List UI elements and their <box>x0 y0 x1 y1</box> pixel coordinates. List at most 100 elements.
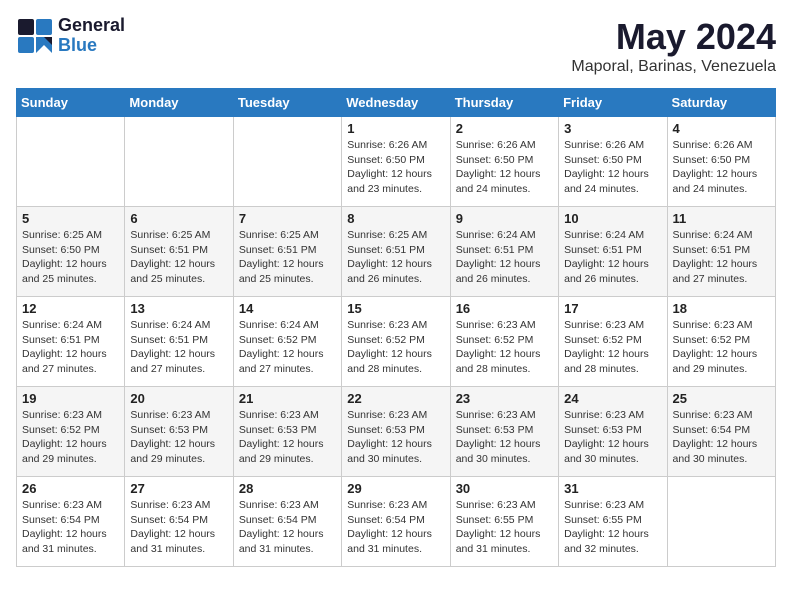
day-number: 21 <box>239 391 336 406</box>
week-row-1: 1Sunrise: 6:26 AM Sunset: 6:50 PM Daylig… <box>17 117 776 207</box>
calendar-table: SundayMondayTuesdayWednesdayThursdayFrid… <box>16 88 776 567</box>
calendar-cell: 10 Sunrise: 6:24 AM Sunset: 6:51 PM Dayli… <box>559 207 667 297</box>
week-row-2: 5 Sunrise: 6:25 AM Sunset: 6:50 PM Daylig… <box>17 207 776 297</box>
day-number: 27 <box>130 481 227 496</box>
day-number: 5 <box>22 211 119 226</box>
day-info: Sunrise: 6:23 AM Sunset: 6:55 PM Dayligh… <box>564 498 661 557</box>
day-number: 17 <box>564 301 661 316</box>
logo-blue: Blue <box>58 36 125 56</box>
weekday-header-monday: Monday <box>125 89 233 117</box>
week-row-3: 12 Sunrise: 6:24 AM Sunset: 6:51 PM Dayli… <box>17 297 776 387</box>
day-number: 8 <box>347 211 444 226</box>
day-number: 31 <box>564 481 661 496</box>
calendar-cell: 18 Sunrise: 6:23 AM Sunset: 6:52 PM Dayli… <box>667 297 775 387</box>
day-info: Sunrise: 6:23 AM Sunset: 6:53 PM Dayligh… <box>456 408 553 467</box>
week-row-4: 19 Sunrise: 6:23 AM Sunset: 6:52 PM Dayli… <box>17 387 776 477</box>
day-number: 16 <box>456 301 553 316</box>
day-number: 18 <box>673 301 770 316</box>
calendar-cell: 6 Sunrise: 6:25 AM Sunset: 6:51 PM Daylig… <box>125 207 233 297</box>
day-info: Sunrise: 6:25 AM Sunset: 6:51 PM Dayligh… <box>347 228 444 287</box>
calendar-cell <box>667 477 775 567</box>
day-info: Sunrise: 6:23 AM Sunset: 6:53 PM Dayligh… <box>130 408 227 467</box>
calendar-cell: 21 Sunrise: 6:23 AM Sunset: 6:53 PM Dayli… <box>233 387 341 477</box>
calendar-cell: 2 Sunrise: 6:26 AM Sunset: 6:50 PM Daylig… <box>450 117 558 207</box>
day-number: 23 <box>456 391 553 406</box>
logo: General Blue <box>16 16 125 56</box>
calendar-cell <box>17 117 125 207</box>
calendar-cell: 29Sunrise: 6:23 AM Sunset: 6:54 PM Dayli… <box>342 477 450 567</box>
day-info: Sunrise: 6:23 AM Sunset: 6:53 PM Dayligh… <box>347 408 444 467</box>
week-row-5: 26Sunrise: 6:23 AM Sunset: 6:54 PM Dayli… <box>17 477 776 567</box>
calendar-cell <box>233 117 341 207</box>
day-number: 28 <box>239 481 336 496</box>
day-info: Sunrise: 6:26 AM Sunset: 6:50 PM Dayligh… <box>564 138 661 197</box>
location: Maporal, Barinas, Venezuela <box>571 58 776 76</box>
day-info: Sunrise: 6:23 AM Sunset: 6:54 PM Dayligh… <box>22 498 119 557</box>
day-number: 11 <box>673 211 770 226</box>
calendar-cell: 7 Sunrise: 6:25 AM Sunset: 6:51 PM Daylig… <box>233 207 341 297</box>
day-number: 25 <box>673 391 770 406</box>
day-number: 14 <box>239 301 336 316</box>
weekday-header-friday: Friday <box>559 89 667 117</box>
day-info: Sunrise: 6:23 AM Sunset: 6:53 PM Dayligh… <box>239 408 336 467</box>
calendar-cell: 26Sunrise: 6:23 AM Sunset: 6:54 PM Dayli… <box>17 477 125 567</box>
calendar-cell: 12 Sunrise: 6:24 AM Sunset: 6:51 PM Dayli… <box>17 297 125 387</box>
day-number: 15 <box>347 301 444 316</box>
weekday-header-saturday: Saturday <box>667 89 775 117</box>
day-info: Sunrise: 6:23 AM Sunset: 6:53 PM Dayligh… <box>564 408 661 467</box>
weekday-header-tuesday: Tuesday <box>233 89 341 117</box>
day-info: Sunrise: 6:24 AM Sunset: 6:51 PM Dayligh… <box>564 228 661 287</box>
day-number: 19 <box>22 391 119 406</box>
calendar-cell: 1Sunrise: 6:26 AM Sunset: 6:50 PM Daylig… <box>342 117 450 207</box>
calendar-cell: 23 Sunrise: 6:23 AM Sunset: 6:53 PM Dayli… <box>450 387 558 477</box>
calendar-cell <box>125 117 233 207</box>
day-info: Sunrise: 6:26 AM Sunset: 6:50 PM Dayligh… <box>456 138 553 197</box>
calendar-cell: 22 Sunrise: 6:23 AM Sunset: 6:53 PM Dayli… <box>342 387 450 477</box>
day-number: 7 <box>239 211 336 226</box>
day-number: 12 <box>22 301 119 316</box>
day-info: Sunrise: 6:25 AM Sunset: 6:51 PM Dayligh… <box>239 228 336 287</box>
calendar-cell: 11Sunrise: 6:24 AM Sunset: 6:51 PM Dayli… <box>667 207 775 297</box>
day-info: Sunrise: 6:24 AM Sunset: 6:52 PM Dayligh… <box>239 318 336 377</box>
logo-general: General <box>58 16 125 36</box>
calendar-cell: 13 Sunrise: 6:24 AM Sunset: 6:51 PM Dayli… <box>125 297 233 387</box>
weekday-header-sunday: Sunday <box>17 89 125 117</box>
day-info: Sunrise: 6:23 AM Sunset: 6:54 PM Dayligh… <box>239 498 336 557</box>
calendar-cell: 25 Sunrise: 6:23 AM Sunset: 6:54 PM Dayli… <box>667 387 775 477</box>
day-info: Sunrise: 6:23 AM Sunset: 6:52 PM Dayligh… <box>456 318 553 377</box>
day-info: Sunrise: 6:23 AM Sunset: 6:52 PM Dayligh… <box>564 318 661 377</box>
day-info: Sunrise: 6:23 AM Sunset: 6:52 PM Dayligh… <box>673 318 770 377</box>
day-info: Sunrise: 6:25 AM Sunset: 6:51 PM Dayligh… <box>130 228 227 287</box>
day-number: 20 <box>130 391 227 406</box>
day-number: 13 <box>130 301 227 316</box>
day-info: Sunrise: 6:23 AM Sunset: 6:55 PM Dayligh… <box>456 498 553 557</box>
day-number: 9 <box>456 211 553 226</box>
day-info: Sunrise: 6:23 AM Sunset: 6:54 PM Dayligh… <box>130 498 227 557</box>
weekday-header-thursday: Thursday <box>450 89 558 117</box>
day-number: 6 <box>130 211 227 226</box>
calendar-cell: 8 Sunrise: 6:25 AM Sunset: 6:51 PM Daylig… <box>342 207 450 297</box>
day-info: Sunrise: 6:24 AM Sunset: 6:51 PM Dayligh… <box>22 318 119 377</box>
day-number: 3 <box>564 121 661 136</box>
calendar-cell: 24Sunrise: 6:23 AM Sunset: 6:53 PM Dayli… <box>559 387 667 477</box>
day-info: Sunrise: 6:23 AM Sunset: 6:52 PM Dayligh… <box>347 318 444 377</box>
day-info: Sunrise: 6:23 AM Sunset: 6:54 PM Dayligh… <box>673 408 770 467</box>
day-info: Sunrise: 6:24 AM Sunset: 6:51 PM Dayligh… <box>130 318 227 377</box>
title-section: May 2024 Maporal, Barinas, Venezuela <box>571 16 776 76</box>
day-number: 22 <box>347 391 444 406</box>
day-number: 2 <box>456 121 553 136</box>
day-info: Sunrise: 6:26 AM Sunset: 6:50 PM Dayligh… <box>347 138 444 197</box>
day-info: Sunrise: 6:25 AM Sunset: 6:50 PM Dayligh… <box>22 228 119 287</box>
page-header: General Blue May 2024 Maporal, Barinas, … <box>16 16 776 76</box>
day-number: 30 <box>456 481 553 496</box>
day-info: Sunrise: 6:23 AM Sunset: 6:52 PM Dayligh… <box>22 408 119 467</box>
day-number: 10 <box>564 211 661 226</box>
day-number: 4 <box>673 121 770 136</box>
calendar-cell: 19 Sunrise: 6:23 AM Sunset: 6:52 PM Dayli… <box>17 387 125 477</box>
calendar-cell: 5 Sunrise: 6:25 AM Sunset: 6:50 PM Daylig… <box>17 207 125 297</box>
calendar-cell: 17 Sunrise: 6:23 AM Sunset: 6:52 PM Dayli… <box>559 297 667 387</box>
day-info: Sunrise: 6:23 AM Sunset: 6:54 PM Dayligh… <box>347 498 444 557</box>
calendar-cell: 3 Sunrise: 6:26 AM Sunset: 6:50 PM Daylig… <box>559 117 667 207</box>
day-info: Sunrise: 6:26 AM Sunset: 6:50 PM Dayligh… <box>673 138 770 197</box>
calendar-cell: 30 Sunrise: 6:23 AM Sunset: 6:55 PM Dayli… <box>450 477 558 567</box>
